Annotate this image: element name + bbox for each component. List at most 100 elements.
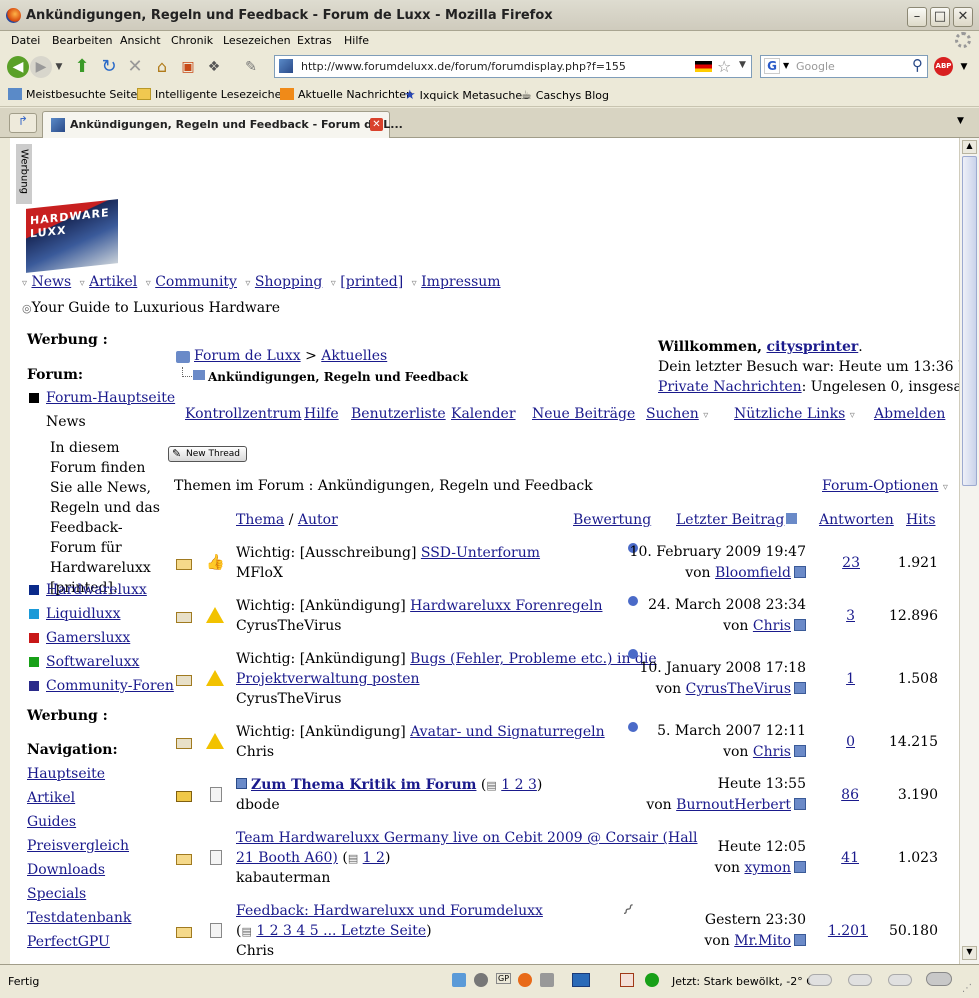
sidebar-nav-testdatenbank[interactable]: Testdatenbank	[27, 910, 131, 926]
thread-pages[interactable]: 1 2 3 4 5 ... Letzte Seite	[256, 923, 426, 939]
scroll-up-icon[interactable]: ▲	[962, 140, 977, 154]
thread-link[interactable]: Hardwareluxx Forenregeln	[410, 598, 602, 614]
column-thema[interactable]: Thema	[236, 512, 284, 528]
calendar-icon[interactable]	[620, 973, 634, 987]
new-thread-button[interactable]: ✎ New Thread	[168, 446, 247, 462]
replies-count[interactable]: 3	[810, 608, 855, 624]
adblock-dropdown-icon[interactable]: ▼	[958, 56, 970, 78]
back-icon[interactable]: ◀	[7, 56, 29, 78]
topnav-impressum[interactable]: Impressum	[421, 274, 500, 290]
status-green-icon[interactable]	[645, 973, 659, 987]
bookmark-intelligente[interactable]: Intelligente Lesezeichen	[137, 88, 288, 101]
topnav-community[interactable]: Community	[155, 274, 237, 290]
goto-last-post-icon[interactable]	[794, 566, 806, 578]
bookmark-meistbesuchte[interactable]: Meistbesuchte Seiten	[8, 88, 144, 101]
sidebar-forum-liquidluxx[interactable]: Liquidluxx	[46, 606, 120, 622]
sidebar-forum-softwareluxx[interactable]: Softwareluxx	[46, 654, 139, 670]
last-post-user[interactable]: Bloomfield	[715, 565, 791, 581]
url-text[interactable]: http://www.forumdeluxx.de/forum/forumdis…	[301, 60, 626, 73]
extension-icon[interactable]: ❖	[203, 56, 225, 78]
tab-dropdown-icon[interactable]: ▼	[957, 116, 964, 126]
toolbar-nuetzliche-links[interactable]: Nützliche Links	[734, 406, 845, 422]
menu-datei[interactable]: Datei	[11, 34, 40, 47]
toolbar-suchen[interactable]: Suchen	[646, 406, 699, 422]
welcome-username[interactable]: citysprinter	[767, 339, 859, 355]
menu-ansicht[interactable]: Ansicht	[120, 34, 161, 47]
google-icon[interactable]: G	[764, 58, 780, 74]
screen-icon[interactable]	[572, 973, 590, 987]
topnav-artikel[interactable]: Artikel	[89, 274, 137, 290]
sidebar-nav-specials[interactable]: Specials	[27, 886, 86, 902]
last-post-user[interactable]: BurnoutHerbert	[676, 797, 791, 813]
sidebar-nav-preisvergleich[interactable]: Preisvergleich	[27, 838, 129, 854]
thread-link[interactable]: Zum Thema Kritik im Forum	[251, 777, 476, 793]
goto-last-post-icon[interactable]	[794, 798, 806, 810]
thread-link-continued[interactable]: 21 Booth A60)	[236, 850, 338, 866]
maximize-button[interactable]: □	[930, 7, 950, 27]
toolbar-neue-beitraege[interactable]: Neue Beiträge	[532, 406, 635, 422]
addon-icon[interactable]	[452, 973, 466, 987]
up-arrow-icon[interactable]: ⬆	[71, 56, 93, 78]
toolbar-kontrollzentrum[interactable]: Kontrollzentrum	[185, 406, 302, 422]
sidebar-nav-artikel[interactable]: Artikel	[27, 790, 75, 806]
sidebar-forum-community[interactable]: Community-Foren	[46, 678, 174, 694]
sidebar-forum-hardwareluxx[interactable]: Hardwareluxx	[46, 582, 147, 598]
hardwareluxx-logo[interactable]: HARDWARE LUXX	[26, 199, 118, 273]
resize-grip-icon[interactable]: ⋰	[962, 983, 972, 994]
goto-last-post-icon[interactable]	[794, 619, 806, 631]
thread-link[interactable]: SSD-Unterforum	[421, 545, 540, 561]
last-post-user[interactable]: CyrusTheVirus	[686, 681, 791, 697]
column-bewertung[interactable]: Bewertung	[573, 512, 651, 528]
gp-icon[interactable]: GP	[496, 973, 512, 984]
goto-last-post-icon[interactable]	[794, 682, 806, 694]
bookmark-nachrichten[interactable]: Aktuelle Nachrichten	[280, 88, 413, 101]
replies-count[interactable]: 41	[810, 850, 859, 866]
search-bar[interactable]: G ▼ Google ⚲	[760, 55, 928, 78]
forward-icon[interactable]: ▶	[30, 56, 52, 78]
addon-icon[interactable]	[540, 973, 554, 987]
topnav-news[interactable]: News	[31, 274, 71, 290]
tab-active[interactable]: Ankündigungen, Regeln und Feedback - For…	[42, 111, 403, 138]
thread-link[interactable]: Avatar- und Signaturregeln	[410, 724, 605, 740]
last-post-user[interactable]: xymon	[744, 860, 791, 876]
reload-icon[interactable]: ↻	[98, 56, 120, 78]
breadcrumb-root[interactable]: Forum de Luxx	[194, 348, 301, 364]
thread-pages[interactable]: 1 2 3	[501, 777, 537, 793]
goto-last-post-icon[interactable]	[794, 861, 806, 873]
bookmark-ixquick[interactable]: ★ Ixquick Metasuche	[404, 88, 522, 103]
sidebar-nav-hauptseite[interactable]: Hauptseite	[27, 766, 105, 782]
menu-lesezeichen[interactable]: Lesezeichen	[223, 34, 291, 47]
thread-link-continued[interactable]: Projektverwaltung posten	[236, 671, 420, 687]
history-dropdown-icon[interactable]: ▼	[53, 56, 65, 78]
tools-icon[interactable]: ✎	[240, 56, 262, 78]
replies-count[interactable]: 0	[810, 734, 855, 750]
goto-last-post-icon[interactable]	[794, 745, 806, 757]
home-icon[interactable]: ⌂	[151, 56, 173, 78]
private-messages-link[interactable]: Private Nachrichten	[658, 379, 802, 395]
replies-count[interactable]: 1	[810, 671, 855, 687]
tab-icon[interactable]: ▣	[177, 56, 199, 78]
column-autor[interactable]: Autor	[298, 512, 338, 528]
menu-hilfe[interactable]: Hilfe	[344, 34, 369, 47]
menu-chronik[interactable]: Chronik	[171, 34, 213, 47]
tab-list-icon[interactable]: ↱	[9, 113, 37, 133]
dropdown-arrow-icon[interactable]: ▿	[850, 410, 855, 421]
sidebar-forum-hauptseite[interactable]: Forum-Hauptseite	[46, 390, 175, 406]
forum-options-link[interactable]: Forum-Optionen	[822, 478, 938, 494]
last-post-user[interactable]: Chris	[753, 744, 791, 760]
breadcrumb-section[interactable]: Aktuelles	[321, 348, 387, 364]
addon-icon[interactable]	[474, 973, 488, 987]
column-letzter-beitrag[interactable]: Letzter Beitrag	[676, 512, 784, 528]
toolbar-kalender[interactable]: Kalender	[451, 406, 516, 422]
last-post-user[interactable]: Chris	[753, 618, 791, 634]
bookmark-star-icon[interactable]: ☆	[717, 57, 731, 76]
minimize-button[interactable]: –	[907, 7, 927, 27]
last-post-user[interactable]: Mr.Mito	[734, 933, 791, 949]
toolbar-abmelden[interactable]: Abmelden	[874, 406, 945, 422]
topnav-shopping[interactable]: Shopping	[255, 274, 322, 290]
topnav-printed[interactable]: [printed]	[340, 274, 403, 290]
replies-count[interactable]: 86	[810, 787, 859, 803]
url-dropdown-icon[interactable]: ▼	[739, 60, 746, 70]
goto-last-post-icon[interactable]	[794, 934, 806, 946]
sidebar-forum-gamersluxx[interactable]: Gamersluxx	[46, 630, 130, 646]
